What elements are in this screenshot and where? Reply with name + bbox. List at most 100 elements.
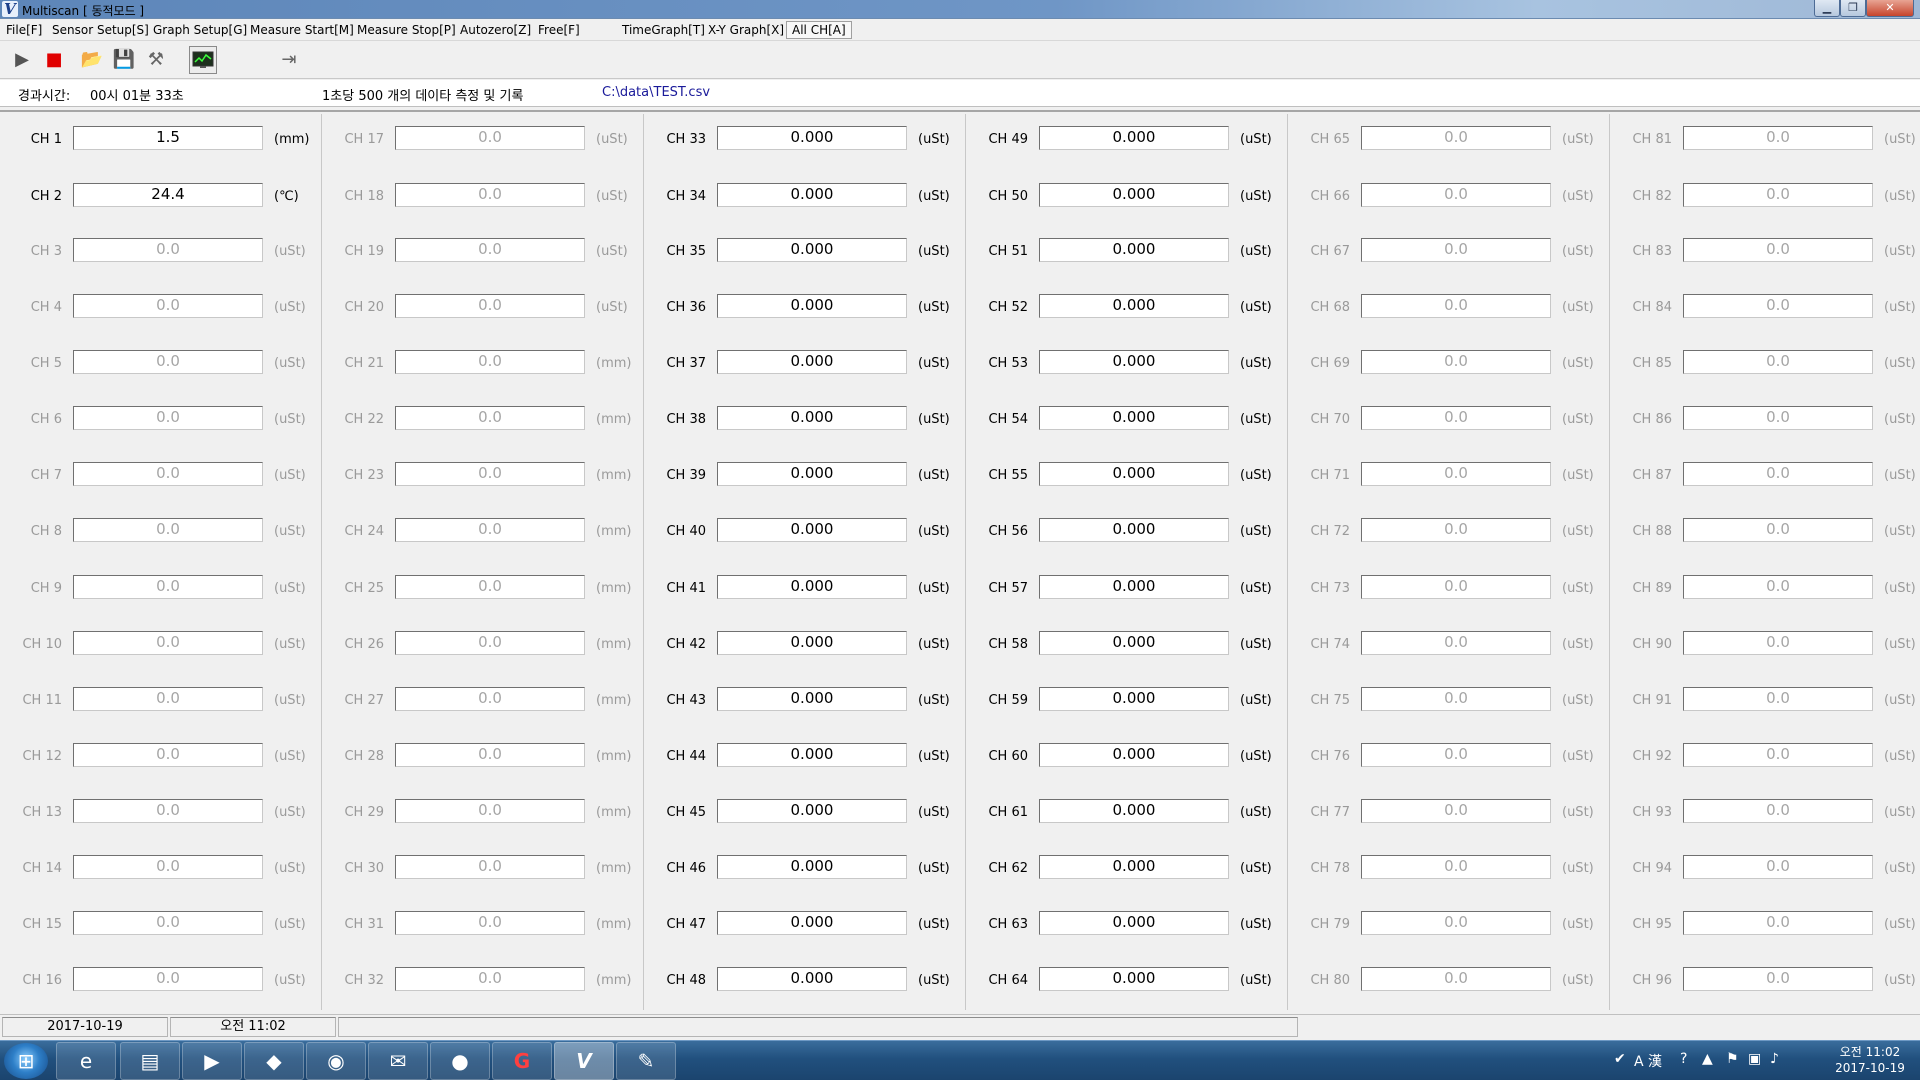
paint-icon[interactable]: ✎ [616,1042,676,1080]
channel-label: CH 18 [344,189,384,204]
stop-icon[interactable]: ■ [40,46,68,74]
internet-explorer-icon[interactable]: e [56,1042,116,1080]
channel-unit: (uSt) [1562,244,1594,259]
menu-free[interactable]: Free[F] [538,23,580,37]
help-icon[interactable]: ? [1680,1051,1687,1067]
channel-row: CH 96 0.0 (uSt) [1610,967,1920,995]
channel-value: 0.0 [73,294,263,318]
monitor-graph-icon[interactable] [189,46,217,74]
channel-value: 0.0 [1683,911,1873,935]
outlook-icon[interactable]: ✉ [368,1042,428,1080]
channel-unit: (uSt) [274,356,306,371]
channel-value: 0.0 [1361,238,1551,262]
channel-value: 0.0 [395,911,585,935]
channel-unit: (mm) [596,637,632,652]
channel-row: CH 37 0.000 (uSt) [644,350,966,378]
channel-row: CH 13 0.0 (uSt) [0,799,322,827]
menu-file[interactable]: File[F] [6,23,42,37]
menu-xy-graph[interactable]: X-Y Graph[X] [708,23,784,37]
channel-value: 0.0 [395,687,585,711]
green-app-icon[interactable]: ● [430,1042,490,1080]
file-explorer-icon[interactable]: ▤ [120,1042,180,1080]
menu-measure-start[interactable]: Measure Start[M] [250,23,354,37]
channel-unit: (uSt) [274,581,306,596]
channel-label: CH 84 [1632,300,1672,315]
channel-row: CH 9 0.0 (uSt) [0,575,322,603]
channel-label: CH 70 [1310,412,1350,427]
channel-label: CH 33 [666,132,706,147]
maximize-button[interactable]: ❐ [1840,0,1866,17]
channel-value: 0.000 [1039,183,1229,207]
menu-sensor-setup[interactable]: Sensor Setup[S] [52,23,149,37]
channel-row: CH 11 0.0 (uSt) [0,687,322,715]
channel-unit: (uSt) [596,244,628,259]
channel-label: CH 8 [30,524,62,539]
channel-value: 0.000 [717,294,907,318]
play-icon[interactable]: ▶ [8,46,36,74]
menu-timegraph[interactable]: TimeGraph[T] [622,23,705,37]
channel-value: 0.0 [1361,631,1551,655]
menu-graph-setup[interactable]: Graph Setup[G] [153,23,247,37]
toolbar: ▶ ■ 📂 💾 ⚒ ⇥ [0,42,1920,79]
channel-unit: (uSt) [1240,693,1272,708]
channel-value: 0.0 [395,631,585,655]
ime-indicator[interactable]: A 漢 [1634,1051,1662,1071]
app-icon[interactable]: ◆ [244,1042,304,1080]
menu-all-ch[interactable]: All CH[A] [786,21,852,39]
channel-column: CH 33 0.000 (uSt) CH 34 0.000 (uSt) CH 35 0.000… [644,114,966,1010]
multiscan-app-icon[interactable]: V [554,1042,614,1080]
title-bar: V Multiscan [ 동적모드 ] ▁ ❐ ✕ [0,0,1920,19]
channel-unit: (uSt) [1562,300,1594,315]
channel-value: 0.000 [1039,967,1229,991]
close-button[interactable]: ✕ [1866,0,1914,17]
minimize-button[interactable]: ▁ [1814,0,1840,17]
tools-icon[interactable]: ⚒ [142,46,170,74]
menu-measure-stop[interactable]: Measure Stop[P] [357,23,456,37]
channel-label: CH 32 [344,973,384,988]
go-app-icon[interactable]: G [492,1042,552,1080]
channel-row: CH 88 0.0 (uSt) [1610,518,1920,546]
volume-icon[interactable]: ♪ [1770,1051,1779,1067]
channel-label: CH 20 [344,300,384,315]
flag-icon[interactable]: ⚑ [1726,1051,1739,1067]
channel-label: CH 90 [1632,637,1672,652]
channel-label: CH 2 [30,189,62,204]
channel-unit: (uSt) [1884,805,1916,820]
channel-value: 0.0 [395,967,585,991]
channel-label: CH 30 [344,861,384,876]
clock[interactable]: 오전 11:02 2017-10-19 [1830,1044,1910,1076]
channel-label: CH 77 [1310,805,1350,820]
channel-label: CH 12 [22,749,62,764]
channel-label: CH 48 [666,973,706,988]
channel-unit: (uSt) [918,300,950,315]
start-button[interactable]: ⊞ [4,1043,48,1079]
channel-label: CH 19 [344,244,384,259]
channel-row: CH 75 0.0 (uSt) [1288,687,1610,715]
channel-unit: (uSt) [918,244,950,259]
channel-unit: (uSt) [1884,412,1916,427]
channel-row: CH 72 0.0 (uSt) [1288,518,1610,546]
channel-label: CH 94 [1632,861,1672,876]
system-tray: ✔ A 漢 ? ▲ ⚑ ▣ ♪ 오전 11:02 2017-10-19 [1610,1041,1920,1080]
channel-label: CH 17 [344,132,384,147]
exit-icon[interactable]: ⇥ [275,46,303,74]
save-icon[interactable]: 💾 [110,46,138,74]
security-icon[interactable]: ✔ [1614,1051,1626,1067]
channel-unit: (uSt) [596,189,628,204]
channel-row: CH 91 0.0 (uSt) [1610,687,1920,715]
channel-row: CH 5 0.0 (uSt) [0,350,322,378]
open-folder-icon[interactable]: 📂 [78,46,106,74]
tray-expand-icon[interactable]: ▲ [1702,1051,1713,1067]
channel-value: 0.0 [1683,575,1873,599]
channel-label: CH 24 [344,524,384,539]
channel-value: 0.0 [1361,575,1551,599]
channel-label: CH 13 [22,805,62,820]
channel-unit: (mm) [596,917,632,932]
chrome-icon[interactable]: ◉ [306,1042,366,1080]
channel-row: CH 47 0.000 (uSt) [644,911,966,939]
menu-autozero[interactable]: Autozero[Z] [460,23,531,37]
channel-row: CH 78 0.0 (uSt) [1288,855,1610,883]
network-icon[interactable]: ▣ [1748,1051,1761,1067]
channel-label: CH 55 [988,468,1028,483]
media-player-icon[interactable]: ▶ [182,1042,242,1080]
